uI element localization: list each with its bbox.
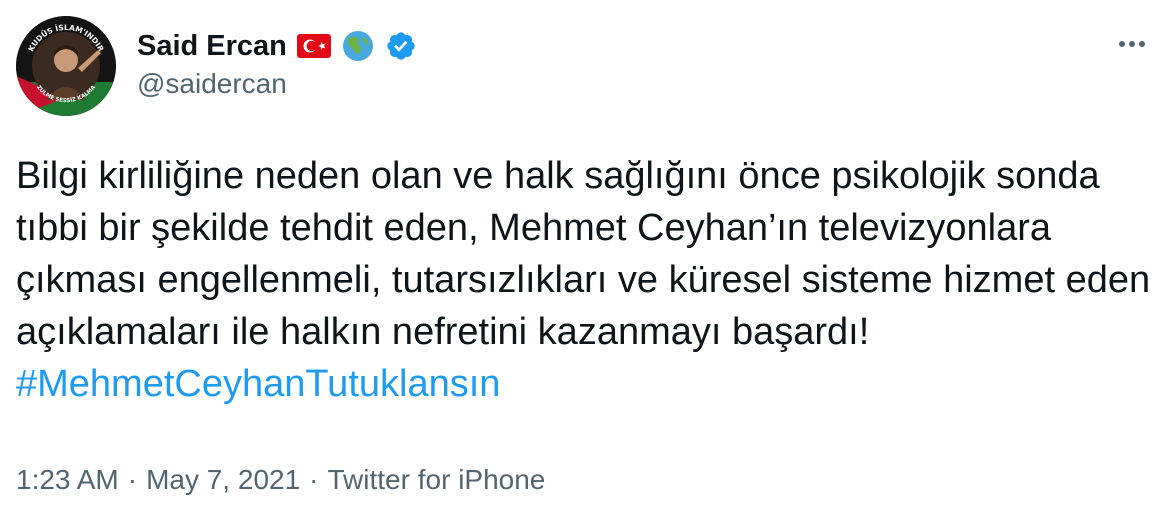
more-dot-icon: [1139, 41, 1145, 47]
tweet-card: KUDÜS İSLAM'INDIR ZULME SESSİZ KALMA Sai…: [0, 0, 1170, 520]
globe-icon: [341, 29, 375, 63]
avatar[interactable]: KUDÜS İSLAM'INDIR ZULME SESSİZ KALMA: [16, 16, 116, 116]
tweet-source[interactable]: Twitter for iPhone: [328, 464, 546, 496]
meta-separator: ·: [309, 464, 319, 495]
display-name[interactable]: Said Ercan: [137, 30, 287, 63]
more-dot-icon: [1119, 41, 1125, 47]
tweet-time[interactable]: 1:23 AM: [16, 464, 119, 496]
meta-separator: ·: [127, 464, 138, 495]
display-name-row: Said Ercan: [137, 26, 417, 66]
username[interactable]: @saidercan: [137, 68, 287, 100]
tweet-body: Bilgi kirliliğine neden olan ve halk sağ…: [16, 155, 1151, 353]
hashtag-link[interactable]: #MehmetCeyhanTutuklansın: [16, 363, 500, 405]
tweet-date[interactable]: May 7, 2021: [146, 464, 300, 496]
turkey-flag-icon: [296, 34, 331, 58]
more-options-button[interactable]: [1110, 28, 1154, 60]
tweet-text: Bilgi kirliliğine neden olan ve halk sağ…: [16, 150, 1156, 410]
avatar-image: KUDÜS İSLAM'INDIR ZULME SESSİZ KALMA: [16, 16, 116, 116]
tweet-meta: 1:23 AM · May 7, 2021 · Twitter for iPho…: [16, 460, 545, 500]
more-dot-icon: [1129, 41, 1135, 47]
verified-badge-icon: [385, 30, 417, 62]
